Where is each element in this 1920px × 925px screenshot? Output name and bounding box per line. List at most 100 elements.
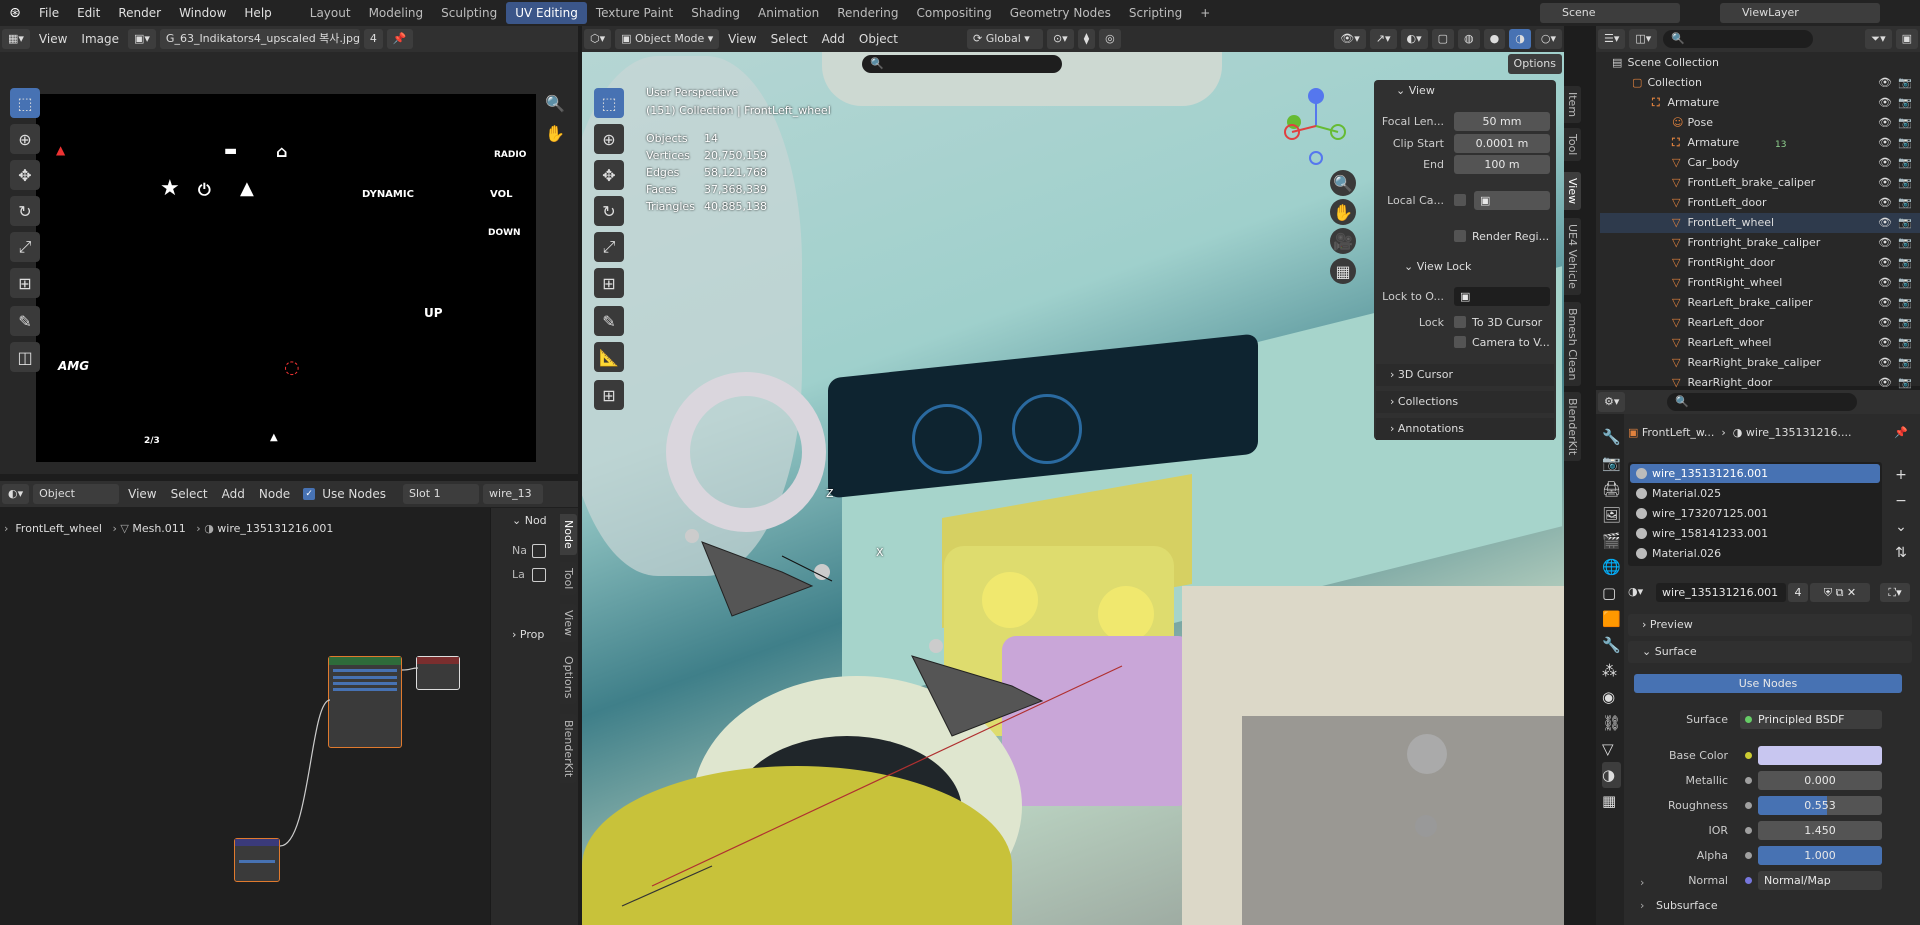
outliner-row[interactable]: ▽ FrontLeft_door 👁 📷 — [1600, 193, 1920, 213]
object-tab-icon[interactable]: 🟧 — [1602, 606, 1621, 632]
sidebar-tab-blenderkit[interactable]: BlenderKit — [1564, 392, 1581, 462]
vp-move-tool-icon[interactable]: ✥ — [594, 160, 624, 190]
workspace-tab-layout[interactable]: Layout — [301, 2, 360, 24]
sidebar-tab-bmesh-clean[interactable]: Bmesh Clean — [1564, 302, 1581, 387]
render-camera-icon[interactable]: 📷 — [1898, 353, 1912, 373]
scene-collection-row[interactable]: ▤ Scene Collection — [1600, 53, 1920, 73]
scene-selector[interactable]: Scene — [1540, 3, 1680, 23]
outliner-row[interactable]: ▽ RearLeft_door 👁 📷 — [1600, 313, 1920, 333]
display-mode-icon[interactable]: ◫▾ — [1629, 29, 1658, 49]
visibility-eye-icon[interactable]: 👁 — [1878, 313, 1892, 333]
rendered-shading-icon[interactable]: ○▾ — [1534, 29, 1562, 49]
node-tab-tool[interactable]: Tool — [560, 562, 577, 596]
shader-type-select[interactable]: Object — [33, 484, 120, 504]
workspace-tab-scripting[interactable]: Scripting — [1120, 2, 1191, 24]
view-layer-selector[interactable]: ViewLayer — [1720, 3, 1880, 23]
render-camera-icon[interactable]: 📷 — [1898, 173, 1912, 193]
clip-start-field[interactable]: 0.0001 m — [1454, 134, 1550, 153]
material-shading-icon[interactable]: ◑ — [1509, 29, 1531, 49]
output-tab-icon[interactable]: 🖨 — [1602, 476, 1621, 502]
render-camera-icon[interactable]: 📷 — [1898, 93, 1912, 113]
viewport-object-menu[interactable]: Object — [852, 32, 905, 46]
image-editor-view-menu[interactable]: View — [32, 32, 74, 46]
material-link-select[interactable]: ⛶▾ — [1880, 583, 1910, 602]
render-camera-icon[interactable]: 📷 — [1898, 273, 1912, 293]
workspace-tab-modeling[interactable]: Modeling — [360, 2, 433, 24]
node-tab-options[interactable]: Options — [560, 650, 577, 705]
particles-tab-icon[interactable]: ⁂ — [1602, 658, 1621, 684]
pin-icon[interactable]: 📌 — [386, 29, 413, 49]
overlay-toggle-icon[interactable]: ◐▾ — [1400, 29, 1428, 49]
image-users-count[interactable]: 4 — [363, 29, 383, 49]
visibility-eye-icon[interactable]: 👁 — [1878, 113, 1892, 133]
render-camera-icon[interactable]: 📷 — [1898, 333, 1912, 353]
visibility-eye-icon[interactable]: 👁 — [1878, 73, 1892, 93]
orientation-select[interactable]: ⟳ Global ▾ — [966, 29, 1043, 49]
outliner-row[interactable]: ▽ FrontLeft_brake_caliper 👁 📷 — [1600, 173, 1920, 193]
focal-length-field[interactable]: 50 mm — [1454, 112, 1550, 131]
render-camera-icon[interactable]: 📷 — [1898, 153, 1912, 173]
outliner-type-icon[interactable]: ☰▾ — [1598, 29, 1626, 49]
outliner-row[interactable]: ▽ FrontRight_door 👁 📷 — [1600, 253, 1920, 273]
material-actions[interactable]: ⛨ ⧉ ✕ — [1810, 583, 1870, 602]
filter-icon[interactable]: ⏷▾ — [1865, 29, 1892, 49]
slot-specials-icon[interactable]: ⌄ — [1892, 514, 1910, 540]
scale-tool-icon[interactable]: ⤢ — [10, 232, 40, 262]
visibility-eye-icon[interactable]: 👁 — [1878, 153, 1892, 173]
editor-type-icon[interactable]: ▦▾ — [2, 29, 30, 49]
workspace-tab-animation[interactable]: Animation — [749, 2, 828, 24]
snap-icon[interactable]: ⧫ — [1077, 29, 1096, 49]
add-slot-icon[interactable]: + — [1892, 462, 1910, 488]
new-collection-icon[interactable]: ▣ — [1895, 29, 1918, 49]
navigation-gizmo[interactable] — [1280, 86, 1354, 166]
outliner-row[interactable]: ▽ Frontright_brake_caliper 👁 📷 — [1600, 233, 1920, 253]
annotate-tool-icon[interactable]: ✎ — [10, 306, 40, 336]
camera-to-view-checkbox[interactable] — [1454, 336, 1466, 348]
pan-hand-icon[interactable]: ✋ — [540, 118, 570, 148]
camera-view-icon[interactable]: 🎥 — [1330, 228, 1356, 254]
vp-cursor-tool-icon[interactable]: ⊕ — [594, 124, 624, 154]
transform-tool-icon[interactable]: ⊞ — [10, 268, 40, 298]
node-tab-blenderkit[interactable]: BlenderKit — [560, 714, 577, 784]
view-lock-section-header[interactable]: ⌄ View Lock — [1390, 256, 1471, 278]
vp-measure-tool-icon[interactable]: 📐 — [594, 342, 624, 372]
xray-icon[interactable]: ▢ — [1431, 29, 1455, 49]
material-slot-row[interactable]: Material.025 — [1630, 484, 1880, 503]
visibility-eye-icon[interactable]: 👁 — [1878, 213, 1892, 233]
3d-cursor-section-header[interactable]: › 3D Cursor — [1376, 364, 1554, 386]
view-layer-tab-icon[interactable]: 🖼 — [1602, 502, 1621, 528]
lock-to-object-field[interactable]: ▣ — [1454, 287, 1550, 306]
preview-section-header[interactable]: › Preview — [1628, 614, 1912, 636]
vp-scale-tool-icon[interactable]: ⤢ — [594, 232, 624, 262]
constraints-tab-icon[interactable]: ⛓ — [1602, 710, 1621, 736]
viewport-add-menu[interactable]: Add — [815, 32, 852, 46]
sidebar-tab-tool[interactable]: Tool — [1564, 128, 1581, 162]
workspace-tab-uv-editing[interactable]: UV Editing — [506, 2, 587, 24]
outliner-row[interactable]: ▽ FrontRight_wheel 👁 📷 — [1600, 273, 1920, 293]
world-tab-icon[interactable]: 🌐 — [1602, 554, 1621, 580]
visibility-eye-icon[interactable]: 👁 — [1878, 353, 1892, 373]
menu-file[interactable]: File — [30, 0, 68, 26]
visibility-eye-icon[interactable]: 👁 — [1878, 133, 1892, 153]
render-camera-icon[interactable]: 📷 — [1898, 213, 1912, 233]
blender-logo-icon[interactable]: ⊛ — [0, 5, 30, 21]
tool-tab-icon[interactable]: 🔧 — [1602, 424, 1621, 450]
roughness-slider[interactable]: 0.553 — [1758, 796, 1882, 815]
visibility-eye-icon[interactable]: 👁 — [1878, 173, 1892, 193]
outliner-row[interactable]: ▽ Car_body 👁 📷 — [1600, 153, 1920, 173]
workspace-tab-geometry-nodes[interactable]: Geometry Nodes — [1001, 2, 1120, 24]
node-properties-section[interactable]: › Prop — [512, 628, 544, 641]
sidebar-tab-item[interactable]: Item — [1564, 86, 1581, 124]
material-slot-row[interactable]: Material.026 — [1630, 544, 1880, 563]
node-select-menu[interactable]: Select — [164, 487, 215, 501]
rotate-tool-icon[interactable]: ↻ — [10, 196, 40, 226]
proportional-edit-icon[interactable]: ◎ — [1099, 29, 1121, 49]
add-workspace-icon[interactable]: + — [1191, 2, 1219, 24]
use-nodes-checkbox[interactable]: ✓ — [303, 488, 316, 500]
cursor-tool-icon[interactable]: ⊕ — [10, 124, 40, 154]
visibility-eye-icon[interactable]: 👁 — [1878, 273, 1892, 293]
node-view-menu[interactable]: View — [121, 487, 163, 501]
render-camera-icon[interactable]: 📷 — [1898, 253, 1912, 273]
texture-tab-icon[interactable]: ▦ — [1602, 788, 1621, 814]
workspace-tab-sculpting[interactable]: Sculpting — [432, 2, 506, 24]
